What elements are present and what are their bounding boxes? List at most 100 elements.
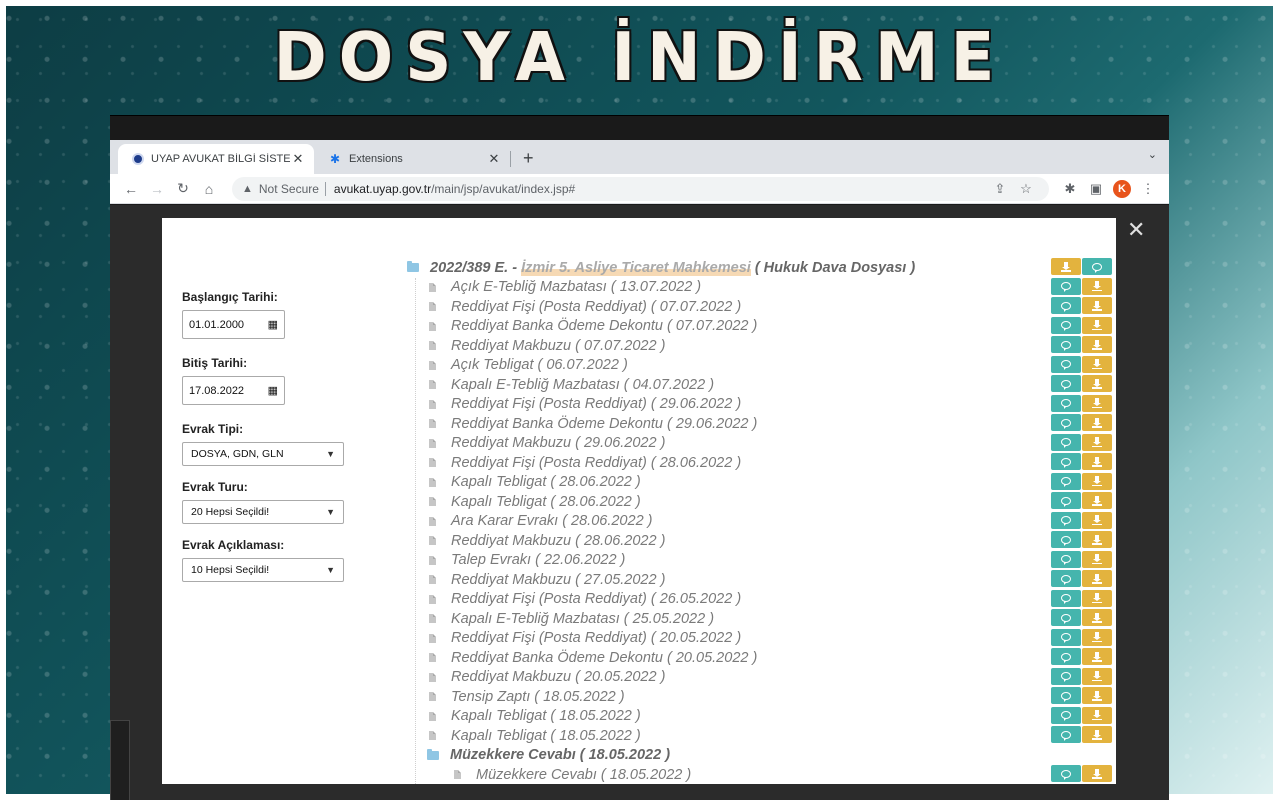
download-button[interactable] bbox=[1082, 336, 1112, 353]
tree-item[interactable]: Reddiyat Banka Ödeme Dekontu ( 29.06.202… bbox=[407, 414, 1112, 434]
download-button[interactable] bbox=[1082, 706, 1112, 724]
download-button[interactable] bbox=[1082, 570, 1112, 587]
end-date-input[interactable]: 17.08.2022 ▦ bbox=[182, 376, 285, 405]
comment-button[interactable] bbox=[1051, 531, 1081, 548]
tree-item[interactable]: Reddiyat Fişi (Posta Reddiyat) ( 29.06.2… bbox=[407, 394, 1112, 415]
comment-button[interactable] bbox=[1051, 765, 1081, 782]
download-button[interactable] bbox=[1082, 687, 1112, 704]
tree-item[interactable]: Reddiyat Makbuzu ( 27.05.2022 ) bbox=[407, 570, 1112, 590]
tree-item[interactable]: Reddiyat Fişi (Posta Reddiyat) ( 07.07.2… bbox=[407, 297, 1112, 317]
download-button[interactable] bbox=[1082, 472, 1112, 490]
tree-item[interactable]: Talep Evrakı ( 22.06.2022 ) bbox=[407, 550, 1112, 571]
tree-item[interactable]: Reddiyat Banka Ödeme Dekontu ( 20.05.202… bbox=[407, 648, 1112, 668]
download-button[interactable] bbox=[1082, 667, 1112, 685]
comment-button[interactable] bbox=[1051, 589, 1081, 607]
download-button[interactable] bbox=[1082, 277, 1112, 295]
download-button[interactable] bbox=[1082, 609, 1112, 626]
comment-button[interactable] bbox=[1051, 550, 1081, 568]
calendar-icon[interactable]: ▦ bbox=[268, 318, 278, 331]
start-date-input[interactable]: 01.01.2000 ▦ bbox=[182, 310, 285, 339]
comment-button[interactable] bbox=[1051, 453, 1081, 470]
comment-button[interactable] bbox=[1051, 687, 1081, 704]
comment-button[interactable] bbox=[1051, 336, 1081, 353]
tree-item[interactable]: Reddiyat Banka Ödeme Dekontu ( 07.07.202… bbox=[407, 316, 1112, 337]
tree-item[interactable]: Kapalı E-Tebliğ Mazbatası ( 25.05.2022 ) bbox=[407, 609, 1112, 629]
comment-button[interactable] bbox=[1051, 492, 1081, 509]
side-panel-icon[interactable]: ▣ bbox=[1083, 181, 1109, 197]
download-button[interactable] bbox=[1082, 297, 1112, 314]
download-button[interactable] bbox=[1082, 550, 1112, 568]
tree-item[interactable]: Reddiyat Makbuzu ( 20.05.2022 ) bbox=[407, 667, 1112, 688]
tree-item[interactable]: Kapalı Tebligat ( 28.06.2022 ) bbox=[407, 492, 1112, 512]
evrak-aciklamasi-select[interactable]: 10 Hepsi Seçildi! ▼ bbox=[182, 558, 344, 582]
comment-button[interactable] bbox=[1051, 667, 1081, 685]
comment-button[interactable] bbox=[1051, 609, 1081, 626]
download-button[interactable] bbox=[1082, 726, 1112, 743]
comment-button[interactable] bbox=[1051, 726, 1081, 743]
comment-button[interactable] bbox=[1051, 277, 1081, 295]
tree-subfolder[interactable]: Müzekkere Cevabı ( 18.05.2022 ) bbox=[407, 746, 1112, 766]
close-tab-icon[interactable]: ✕ bbox=[486, 151, 502, 167]
tree-item[interactable]: Kapalı Tebligat ( 18.05.2022 ) bbox=[407, 726, 1112, 746]
share-icon[interactable]: ⇪ bbox=[987, 181, 1013, 197]
download-button[interactable] bbox=[1082, 492, 1112, 509]
download-button[interactable] bbox=[1082, 589, 1112, 607]
comment-button[interactable] bbox=[1051, 316, 1081, 334]
comment-button[interactable] bbox=[1082, 258, 1112, 275]
download-button[interactable] bbox=[1082, 394, 1112, 412]
comment-button[interactable] bbox=[1051, 648, 1081, 665]
reload-icon[interactable]: ↻ bbox=[170, 180, 196, 197]
back-icon[interactable]: ← bbox=[118, 181, 144, 197]
tree-item[interactable]: Kapalı E-Tebliğ Mazbatası ( 04.07.2022 ) bbox=[407, 375, 1112, 395]
tab-uyap[interactable]: UYAP AVUKAT BİLGİ SİSTEMİ ✕ bbox=[118, 144, 314, 174]
comment-button[interactable] bbox=[1051, 394, 1081, 412]
tab-search-icon[interactable]: ⌄ bbox=[1148, 148, 1157, 161]
tree-item[interactable]: Kapalı Tebligat ( 28.06.2022 ) bbox=[407, 472, 1112, 493]
close-tab-icon[interactable]: ✕ bbox=[290, 151, 306, 167]
tree-item[interactable]: Müzekkere Cevabı ( 18.05.2022 ) bbox=[407, 765, 1112, 784]
tree-item[interactable]: Kapalı Tebligat ( 18.05.2022 ) bbox=[407, 706, 1112, 727]
evrak-tipi-select[interactable]: DOSYA, GDN, GLN ▼ bbox=[182, 442, 344, 466]
new-tab-button[interactable]: + bbox=[523, 148, 534, 169]
tree-item[interactable]: Reddiyat Makbuzu ( 29.06.2022 ) bbox=[407, 433, 1112, 454]
download-button[interactable] bbox=[1082, 531, 1112, 548]
tree-item[interactable]: Reddiyat Makbuzu ( 28.06.2022 ) bbox=[407, 531, 1112, 551]
tree-root[interactable]: 2022/389 E. - İzmir 5. Asliye Ticaret Ma… bbox=[407, 258, 1112, 278]
address-bar[interactable]: ▲ Not Secure avukat.uyap.gov.tr /main/js… bbox=[232, 176, 1049, 201]
forward-icon[interactable]: → bbox=[144, 181, 170, 197]
comment-button[interactable] bbox=[1051, 375, 1081, 392]
tab-extensions[interactable]: ✱ Extensions ✕ bbox=[314, 144, 510, 174]
comment-button[interactable] bbox=[1051, 433, 1081, 451]
download-button[interactable] bbox=[1082, 375, 1112, 392]
download-button[interactable] bbox=[1082, 453, 1112, 470]
comment-button[interactable] bbox=[1051, 570, 1081, 587]
tree-item[interactable]: Ara Karar Evrakı ( 28.06.2022 ) bbox=[407, 511, 1112, 532]
download-button[interactable] bbox=[1082, 765, 1112, 782]
tree-item[interactable]: Reddiyat Fişi (Posta Reddiyat) ( 28.06.2… bbox=[407, 453, 1112, 473]
download-button[interactable] bbox=[1051, 258, 1081, 275]
tree-item[interactable]: Tensip Zaptı ( 18.05.2022 ) bbox=[407, 687, 1112, 707]
menu-icon[interactable]: ⋮ bbox=[1135, 181, 1161, 197]
evrak-turu-select[interactable]: 20 Hepsi Seçildi! ▼ bbox=[182, 500, 344, 524]
comment-button[interactable] bbox=[1051, 355, 1081, 373]
close-modal-icon[interactable]: ✕ bbox=[1127, 219, 1145, 241]
comment-button[interactable] bbox=[1051, 414, 1081, 431]
comment-button[interactable] bbox=[1051, 297, 1081, 314]
tree-item[interactable]: Reddiyat Makbuzu ( 07.07.2022 ) bbox=[407, 336, 1112, 356]
extensions-puzzle-icon[interactable]: ✱ bbox=[1057, 181, 1083, 197]
comment-button[interactable] bbox=[1051, 706, 1081, 724]
tree-item[interactable]: Açık E-Tebliğ Mazbatası ( 13.07.2022 ) bbox=[407, 277, 1112, 298]
tree-item[interactable]: Açık Tebligat ( 06.07.2022 ) bbox=[407, 355, 1112, 376]
download-button[interactable] bbox=[1082, 628, 1112, 646]
comment-button[interactable] bbox=[1051, 511, 1081, 529]
download-button[interactable] bbox=[1082, 316, 1112, 334]
download-button[interactable] bbox=[1082, 414, 1112, 431]
download-button[interactable] bbox=[1082, 355, 1112, 373]
calendar-icon[interactable]: ▦ bbox=[268, 384, 278, 397]
comment-button[interactable] bbox=[1051, 472, 1081, 490]
tree-item[interactable]: Reddiyat Fişi (Posta Reddiyat) ( 26.05.2… bbox=[407, 589, 1112, 610]
tree-item[interactable]: Reddiyat Fişi (Posta Reddiyat) ( 20.05.2… bbox=[407, 628, 1112, 649]
profile-avatar[interactable]: K bbox=[1113, 179, 1131, 198]
home-icon[interactable]: ⌂ bbox=[196, 181, 222, 197]
download-button[interactable] bbox=[1082, 511, 1112, 529]
